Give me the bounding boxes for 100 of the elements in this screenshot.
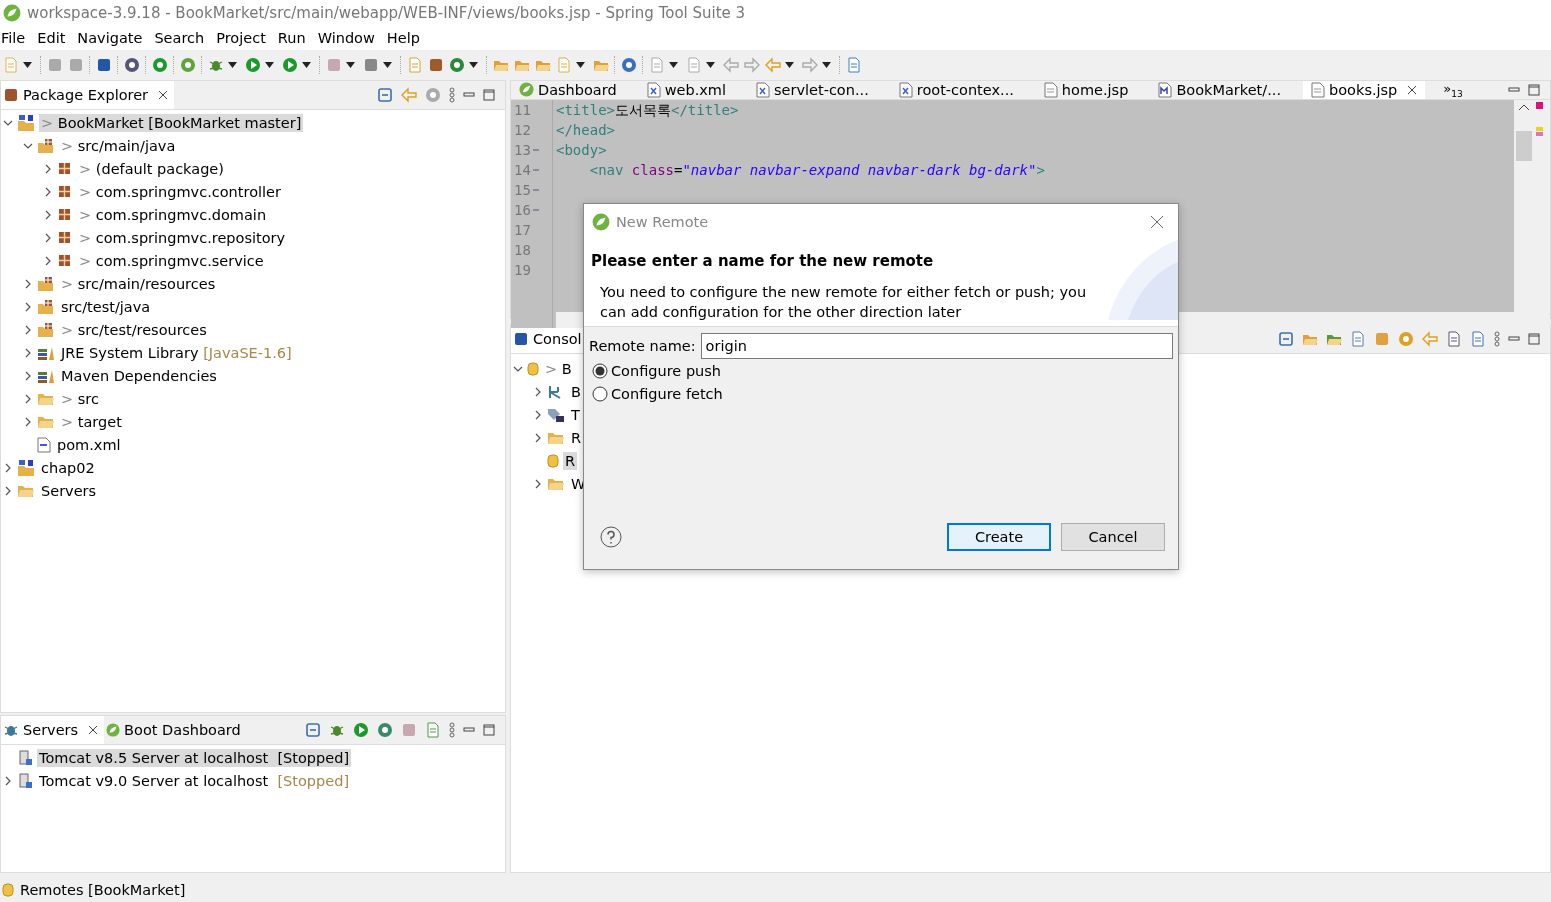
tree-item[interactable]: chap02 xyxy=(39,458,97,477)
line-number: 15 xyxy=(514,180,531,200)
expand-chevron[interactable] xyxy=(23,370,33,381)
server-item[interactable]: Tomcat v9.0 Server at localhost [Stopped] xyxy=(37,771,352,790)
tree-item[interactable]: R xyxy=(563,451,578,470)
caret-icon[interactable] xyxy=(822,62,831,68)
more-icon[interactable] xyxy=(449,722,455,738)
help-icon[interactable] xyxy=(600,526,622,548)
expand-chevron[interactable] xyxy=(23,324,33,335)
tree-item[interactable]: Servers xyxy=(39,481,99,500)
more-tabs-button[interactable]: »$_{13}$ xyxy=(1443,81,1463,99)
tree-item[interactable]: JRE System Library [JavaSE-1.6] xyxy=(59,343,294,362)
maximize-icon[interactable] xyxy=(483,89,495,101)
tree-item[interactable]: > com.springmvc.repository xyxy=(77,228,288,247)
tree-item[interactable]: T xyxy=(569,405,582,424)
tree-item[interactable]: > com.springmvc.domain xyxy=(77,205,269,224)
play-icon[interactable] xyxy=(245,57,261,73)
tree-item[interactable]: > B xyxy=(543,359,574,378)
caret-icon[interactable] xyxy=(228,62,237,68)
more-icon[interactable] xyxy=(1494,331,1500,347)
expand-chevron[interactable] xyxy=(23,393,33,404)
close-icon[interactable] xyxy=(1150,215,1164,229)
line-number: 16 xyxy=(514,200,531,220)
dialog-button[interactable]: Create xyxy=(947,523,1051,551)
tree-item[interactable]: > src xyxy=(59,389,101,408)
tree-item[interactable]: B xyxy=(569,382,583,401)
more-icon[interactable] xyxy=(449,87,455,103)
caret-icon[interactable] xyxy=(669,62,678,68)
collapse-all-icon[interactable] xyxy=(377,87,393,103)
expand-chevron[interactable] xyxy=(23,301,33,312)
tree-item[interactable]: src/test/java xyxy=(59,297,153,316)
tree-item[interactable]: > BookMarket [BookMarket master] xyxy=(39,113,304,132)
tree-item[interactable]: Maven Dependencies xyxy=(59,366,219,385)
server-item[interactable]: Tomcat v8.5 Server at localhost [Stopped] xyxy=(37,748,352,767)
tags-icon xyxy=(547,406,565,423)
expand-chevron[interactable] xyxy=(533,386,543,397)
maximize-icon[interactable] xyxy=(1528,333,1540,345)
radio-label[interactable]: Configure fetch xyxy=(611,385,723,402)
expand-chevron[interactable] xyxy=(43,186,53,197)
expand-chevron[interactable] xyxy=(533,432,543,443)
tree-item[interactable]: > src/main/java xyxy=(59,136,178,155)
radio-button[interactable] xyxy=(592,362,608,379)
expand-chevron[interactable] xyxy=(23,416,33,427)
radio-button[interactable] xyxy=(592,385,608,402)
caret-icon[interactable] xyxy=(706,62,715,68)
source-folder-icon xyxy=(37,275,55,292)
expand-chevron[interactable] xyxy=(3,775,13,786)
caret-icon[interactable] xyxy=(785,62,794,68)
dialog-title: New Remote xyxy=(616,214,709,230)
expand-chevron[interactable] xyxy=(43,255,53,266)
close-icon[interactable] xyxy=(1407,84,1418,95)
input-field[interactable]: origin xyxy=(700,333,1173,359)
menu-item[interactable]: Navigate xyxy=(76,30,150,46)
menu-item[interactable]: Window xyxy=(316,30,382,46)
caret-icon[interactable] xyxy=(469,62,478,68)
run-tool-icon[interactable] xyxy=(282,57,298,73)
editor-tab[interactable]: books.jsp xyxy=(1303,81,1426,99)
view-tab[interactable]: Package Explorer xyxy=(1,81,175,109)
tree-item[interactable]: pom.xml xyxy=(55,435,123,454)
maximize-icon[interactable] xyxy=(483,724,495,736)
expand-chevron[interactable] xyxy=(43,209,53,220)
expand-chevron[interactable] xyxy=(533,409,543,420)
caret-icon[interactable] xyxy=(576,62,585,68)
view-tab[interactable]: Servers xyxy=(1,716,105,744)
scroll-thumb[interactable] xyxy=(1516,130,1532,161)
expand-chevron[interactable] xyxy=(23,278,33,289)
menu-item[interactable]: Edit xyxy=(36,30,73,46)
dialog-button[interactable]: Cancel xyxy=(1061,523,1165,551)
expand-chevron[interactable] xyxy=(3,485,13,496)
tree-item[interactable]: > src/test/resources xyxy=(59,320,209,339)
caret-icon[interactable] xyxy=(23,62,32,68)
collapse-all-icon[interactable] xyxy=(305,722,321,738)
expand-chevron[interactable] xyxy=(43,232,53,243)
expand-chevron[interactable] xyxy=(23,347,33,358)
caret-icon[interactable] xyxy=(383,62,392,68)
tree-item[interactable]: > com.springmvc.controller xyxy=(77,182,283,201)
collapse-all-icon[interactable] xyxy=(1278,331,1294,347)
menu-item[interactable]: Search xyxy=(153,30,212,46)
caret-icon[interactable] xyxy=(302,62,311,68)
expand-chevron[interactable] xyxy=(533,478,543,489)
tree-item[interactable]: > src/main/resources xyxy=(59,274,218,293)
project-icon xyxy=(17,113,35,132)
tree-item[interactable]: > com.springmvc.service xyxy=(77,251,266,270)
menu-item[interactable]: Project xyxy=(215,30,273,46)
menu-item[interactable]: Help xyxy=(385,30,427,46)
close-icon[interactable] xyxy=(88,725,99,735)
maximize-icon[interactable] xyxy=(1528,83,1540,96)
menu-item[interactable]: Run xyxy=(276,30,313,46)
caret-icon[interactable] xyxy=(346,62,355,68)
close-icon[interactable] xyxy=(158,90,169,100)
expand-chevron[interactable] xyxy=(43,163,53,174)
radio-label[interactable]: Configure push xyxy=(611,362,722,379)
tree-item[interactable]: R xyxy=(569,428,584,447)
play-icon[interactable] xyxy=(353,722,369,738)
tree-item[interactable]: > (default package) xyxy=(77,159,226,178)
caret-icon[interactable] xyxy=(265,62,274,68)
expand-chevron[interactable] xyxy=(3,462,13,473)
tree-item[interactable]: > target xyxy=(59,412,124,431)
menu-item[interactable]: File xyxy=(0,30,33,46)
server-icon xyxy=(17,749,33,766)
